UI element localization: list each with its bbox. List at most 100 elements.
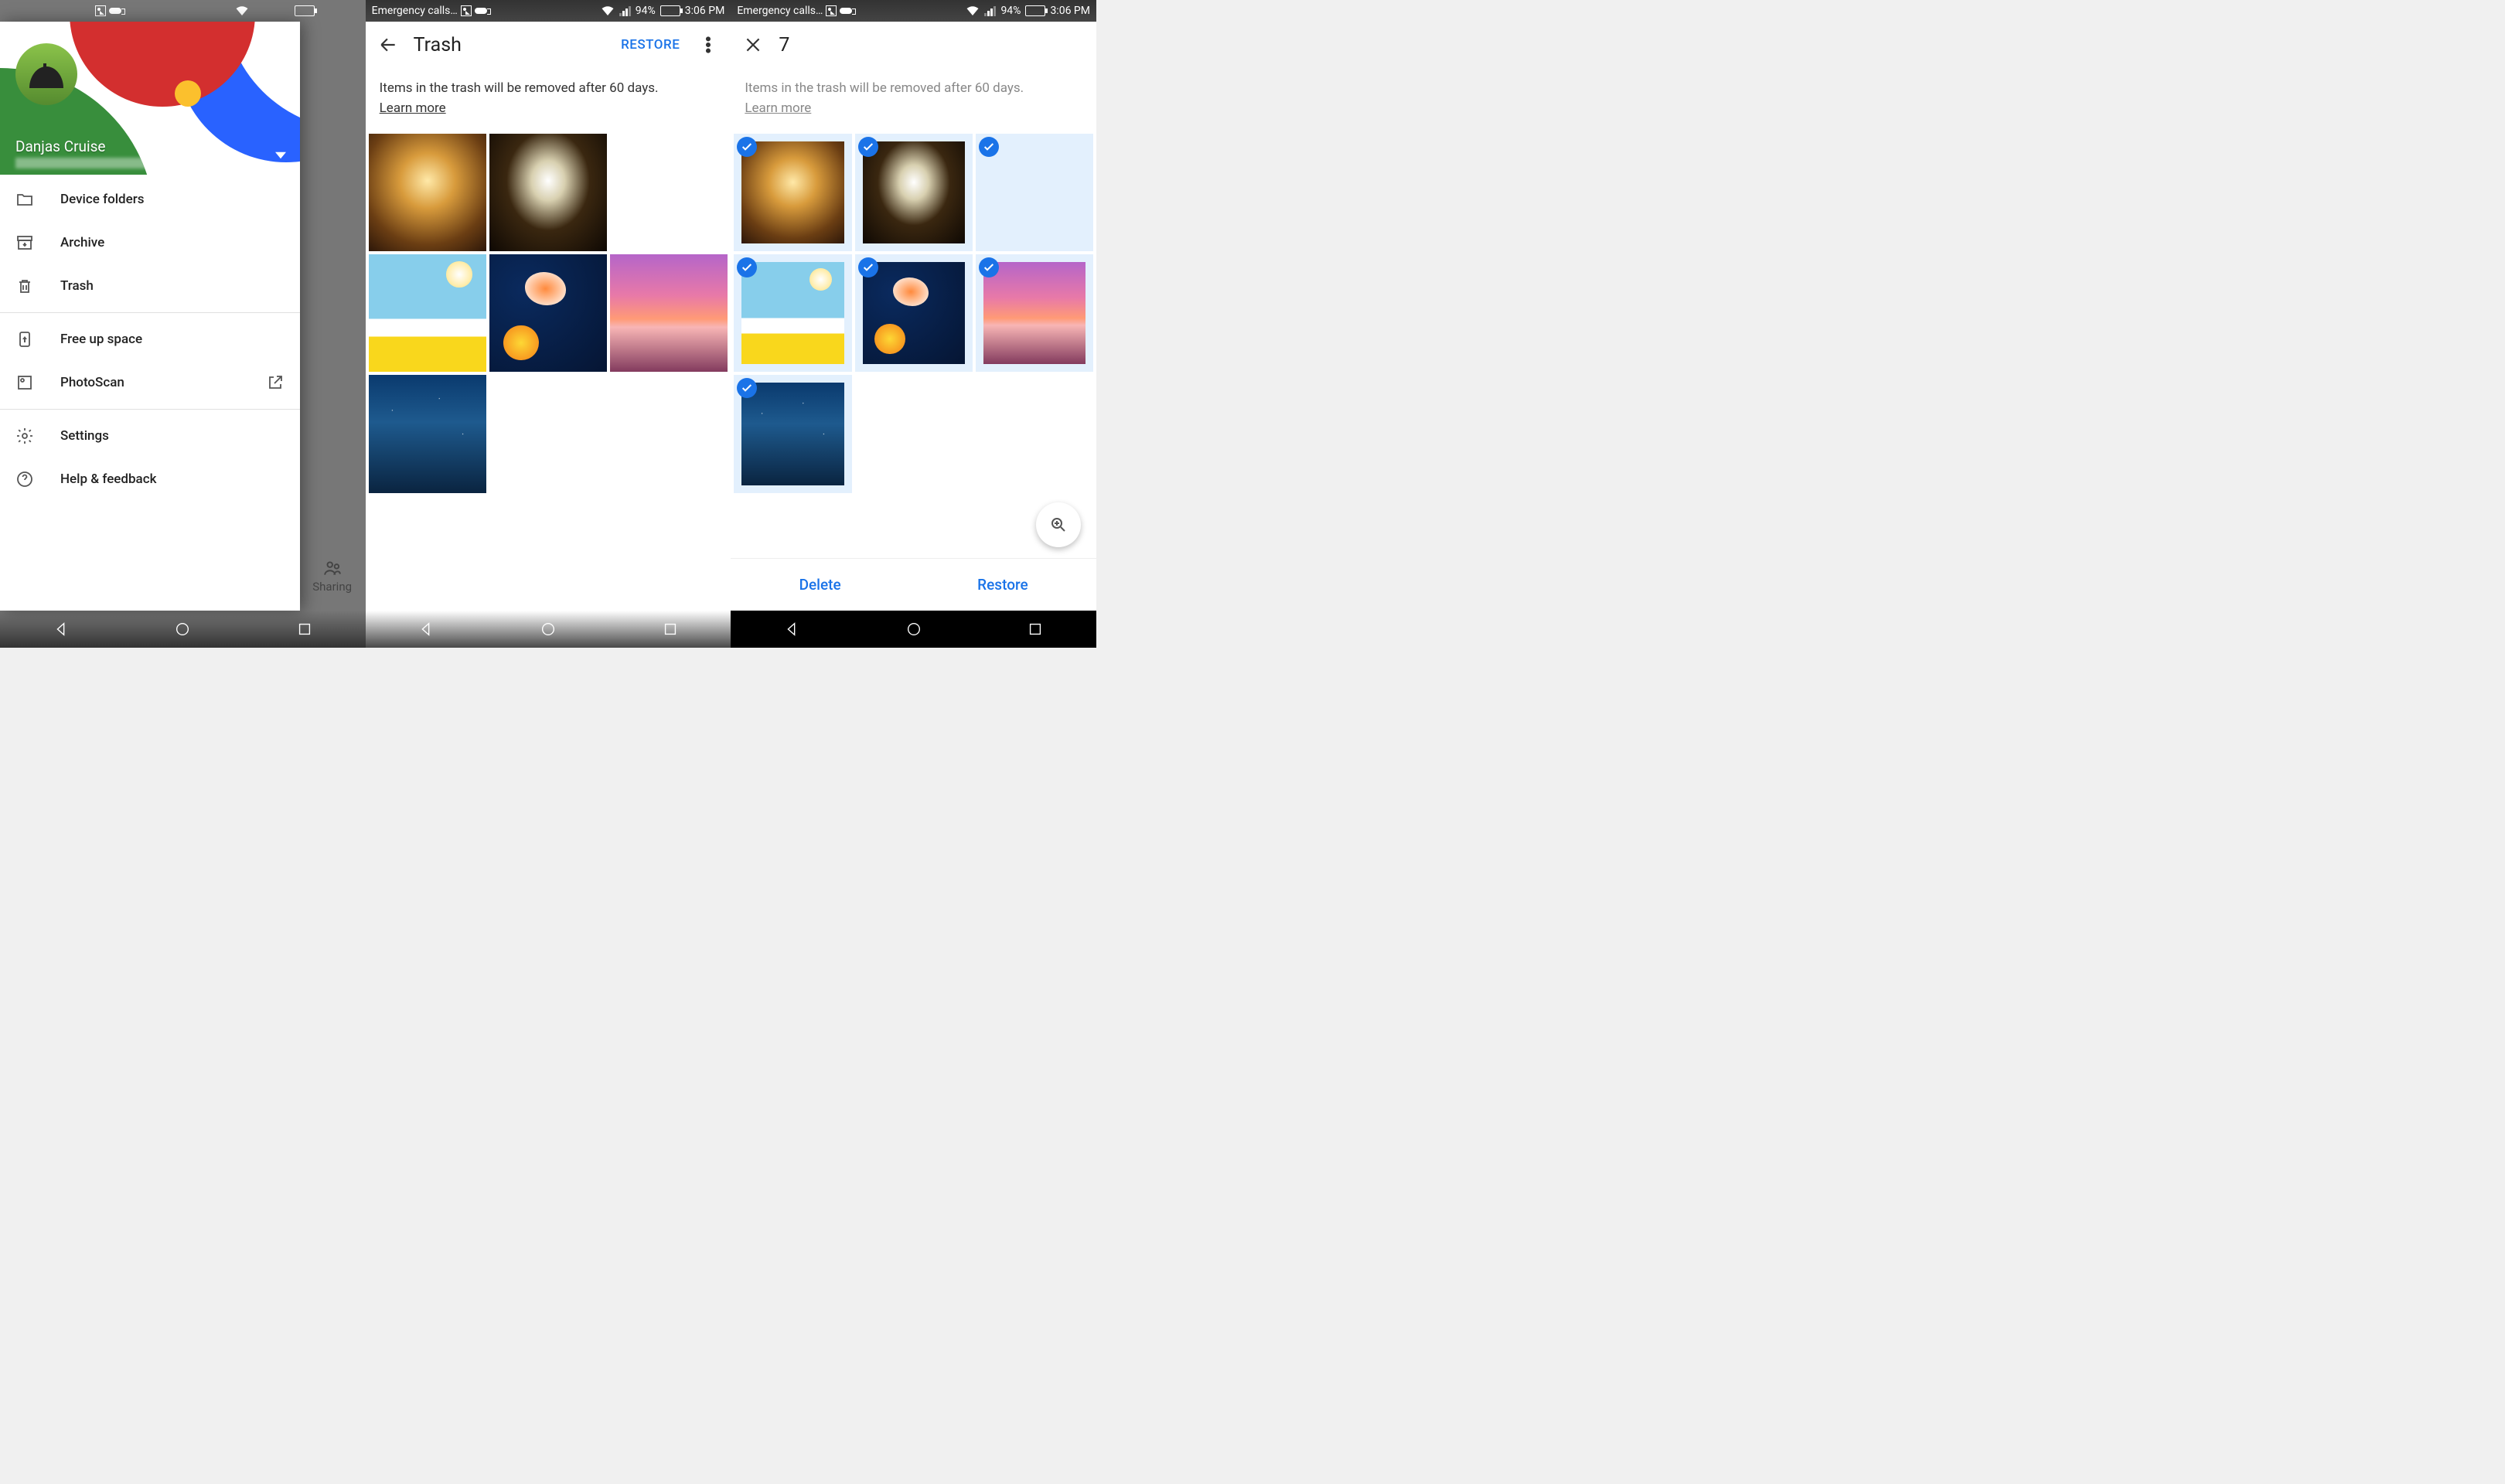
selection-count: 7 [779, 34, 1086, 56]
trash-grid [731, 134, 1096, 493]
nav-recent-button[interactable] [295, 620, 314, 638]
page-title: Trash [414, 34, 607, 56]
photo-thumbnail[interactable] [610, 134, 728, 251]
drawer-item-label: Settings [60, 428, 109, 444]
battery-icon [295, 5, 315, 16]
drawer-item-help[interactable]: Help & feedback [0, 458, 300, 501]
trash-grid [366, 134, 731, 493]
photo-thumbnail-selected[interactable] [976, 134, 1093, 251]
tab-label: Sharing [312, 580, 352, 594]
system-nav-bar [366, 611, 731, 648]
drawer-item-label: Trash [60, 278, 94, 294]
wifi-icon [966, 5, 980, 16]
trash-notice: Items in the trash will be removed after… [731, 68, 1096, 134]
status-bar: Emergency calls… 94% 3:06 PM [366, 0, 731, 22]
delete-button[interactable]: Delete [799, 576, 841, 594]
screen-trash-selection: Emergency calls… 94% 3:06 PM 7 Items in … [731, 0, 1096, 648]
help-icon [15, 470, 34, 488]
selected-check-icon [979, 137, 999, 157]
photo-thumbnail[interactable] [489, 134, 607, 251]
drawer-list: Device folders Archive Trash Free up spa… [0, 175, 300, 501]
photoscan-icon [15, 373, 34, 392]
zoom-fab[interactable] [1036, 502, 1081, 547]
learn-more-link[interactable]: Learn more [745, 100, 811, 116]
photo-thumbnail[interactable] [369, 375, 486, 492]
drawer-item-trash[interactable]: Trash [0, 264, 300, 308]
divider [0, 312, 300, 313]
photo-thumbnail-selected[interactable] [855, 254, 973, 372]
trash-notice: Items in the trash will be removed after… [366, 68, 731, 134]
photo-thumbnail[interactable] [489, 254, 607, 372]
carrier-text: Emergency calls… [372, 5, 458, 17]
battery-icon [1025, 5, 1045, 16]
nav-home-button[interactable] [539, 620, 557, 638]
archive-icon [15, 233, 34, 252]
drawer-item-device-folders[interactable]: Device folders [0, 178, 300, 221]
free-space-icon [15, 330, 34, 349]
trash-icon [15, 277, 34, 295]
selection-app-bar: 7 [731, 22, 1096, 68]
photo-thumbnail-selected[interactable] [734, 375, 851, 492]
clock: 3:06 PM [1050, 5, 1090, 17]
notice-text: Items in the trash will be removed after… [745, 80, 1024, 96]
gear-icon [15, 427, 34, 445]
restore-button[interactable]: Restore [977, 576, 1028, 594]
nav-back-button[interactable] [417, 620, 435, 638]
clock: 3:06 PM [685, 5, 725, 17]
app-bar: Trash RESTORE [366, 22, 731, 68]
drawer-item-label: PhotoScan [60, 375, 124, 390]
user-avatar[interactable] [15, 43, 77, 105]
back-button[interactable] [377, 33, 400, 56]
photo-thumbnail[interactable] [610, 254, 728, 372]
selected-check-icon [858, 257, 878, 277]
learn-more-link[interactable]: Learn more [380, 100, 446, 116]
wifi-icon [235, 5, 249, 16]
user-email [15, 158, 170, 168]
photo-thumbnail[interactable] [369, 134, 486, 251]
nav-home-button[interactable] [905, 620, 923, 638]
overflow-menu-icon[interactable] [697, 33, 720, 56]
nav-home-button[interactable] [173, 620, 192, 638]
drawer-item-label: Help & feedback [60, 471, 156, 487]
drawer-header[interactable]: Danjas Cruise [0, 22, 300, 175]
selection-action-bar: Delete Restore [731, 558, 1096, 611]
drawer-item-label: Free up space [60, 332, 142, 347]
photo-thumbnail-selected[interactable] [855, 134, 973, 251]
drawer-item-archive[interactable]: Archive [0, 221, 300, 264]
selected-check-icon [979, 257, 999, 277]
nav-drawer: Danjas Cruise Device folders Archive Tra… [0, 22, 300, 611]
battery-percent: 94% [636, 5, 656, 17]
signal-icon [984, 5, 996, 16]
wifi-icon [601, 5, 615, 16]
drawer-item-free-up-space[interactable]: Free up space [0, 318, 300, 361]
account-dropdown-icon[interactable] [275, 149, 286, 164]
screen-drawer: Emergency calls… 95% 3:05 PM Danjas Crui… [0, 0, 366, 648]
photo-thumbnail-selected[interactable] [976, 254, 1093, 372]
drawer-item-photoscan[interactable]: PhotoScan [0, 361, 300, 404]
screen-trash: Emergency calls… 94% 3:06 PM Trash RESTO… [366, 0, 731, 648]
drawer-item-label: Device folders [60, 192, 145, 207]
photo-thumbnail-selected[interactable] [734, 254, 851, 372]
nav-back-button[interactable] [782, 620, 801, 638]
user-name: Danjas Cruise [15, 138, 105, 155]
folder-icon [15, 190, 34, 209]
close-selection-button[interactable] [741, 33, 765, 56]
photo-thumbnail[interactable] [369, 254, 486, 372]
nav-recent-button[interactable] [661, 620, 680, 638]
restore-all-button[interactable]: RESTORE [621, 37, 680, 53]
nav-back-button[interactable] [52, 620, 70, 638]
vpn-key-icon [475, 8, 487, 14]
screenshot-icon [95, 5, 106, 16]
notice-text: Items in the trash will be removed after… [380, 80, 659, 96]
screenshot-icon [826, 5, 837, 16]
nav-recent-button[interactable] [1026, 620, 1045, 638]
open-external-icon [266, 373, 285, 392]
signal-icon [619, 5, 631, 16]
photo-thumbnail-selected[interactable] [734, 134, 851, 251]
system-nav-bar [731, 611, 1096, 648]
drawer-item-settings[interactable]: Settings [0, 414, 300, 458]
drawer-item-label: Archive [60, 235, 104, 250]
divider [0, 409, 300, 410]
carrier-text: Emergency calls… [737, 5, 823, 17]
bottom-tab-sharing[interactable]: Sharing [299, 541, 366, 611]
